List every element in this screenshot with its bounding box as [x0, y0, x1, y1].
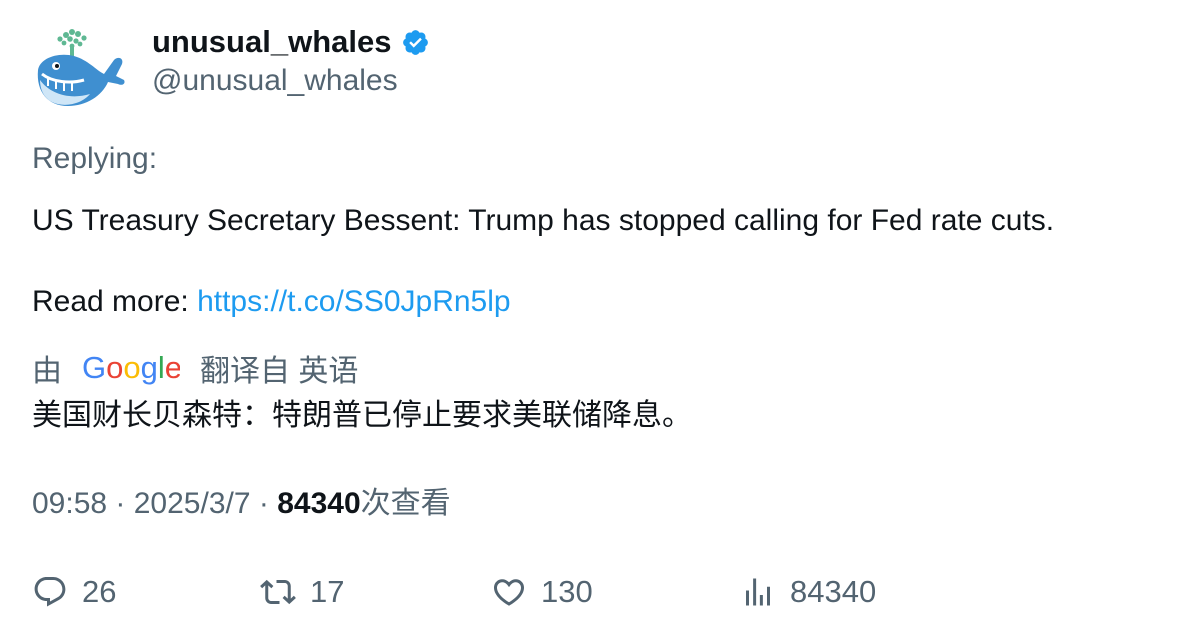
google-logo-icon: Google [82, 350, 180, 385]
tweet-link[interactable]: https://t.co/SS0JpRn5lp [197, 285, 511, 318]
tweet-meta: 09:58 · 2025/3/7 · 84340次查看 [32, 484, 451, 524]
tweet-date[interactable]: 2025/3/7 [134, 487, 251, 520]
avatar[interactable] [30, 22, 128, 114]
tweet-text: US Treasury Secretary Bessent: Trump has… [32, 204, 1055, 237]
reply-count: 26 [82, 574, 117, 609]
meta-separator: · [250, 487, 278, 520]
tweet-time[interactable]: 09:58 [32, 487, 107, 520]
views-count: 84340 [277, 487, 361, 520]
reply-button[interactable]: 26 [32, 572, 116, 612]
whale-avatar-icon [37, 29, 125, 106]
like-count: 130 [541, 574, 593, 609]
reply-bubble-icon [34, 577, 66, 607]
read-more-line: Read more: https://t.co/SS0JpRn5lp [32, 282, 511, 322]
author-display-name[interactable]: unusual_whales [152, 22, 391, 62]
translation-attribution: 由 Google 翻译自 英语 [32, 348, 358, 388]
translation-suffix: 翻译自 英语 [200, 355, 359, 388]
bar-chart-icon [746, 578, 770, 606]
read-more-label: Read more: [32, 285, 198, 318]
views-button[interactable]: 84340 [740, 572, 876, 612]
translated-text: 美国财长贝森特：特朗普已停止要求美联储降息。 [32, 399, 692, 432]
views-action-count: 84340 [790, 574, 877, 609]
meta-separator: · [107, 487, 134, 520]
translation-prefix: 由 [32, 355, 62, 388]
verified-badge-icon [403, 29, 429, 55]
retweet-icon [260, 579, 296, 605]
svg-text:Google: Google [82, 350, 180, 385]
retweet-button[interactable]: 17 [260, 572, 344, 612]
views-suffix: 次查看 [360, 487, 451, 520]
heart-icon [493, 579, 525, 606]
author-name-row[interactable]: unusual_whales [152, 22, 430, 62]
author-handle[interactable]: @unusual_whales [152, 62, 398, 100]
replying-label: Replying: [32, 142, 158, 175]
like-button[interactable]: 130 [491, 572, 593, 612]
retweet-count: 17 [310, 574, 345, 609]
